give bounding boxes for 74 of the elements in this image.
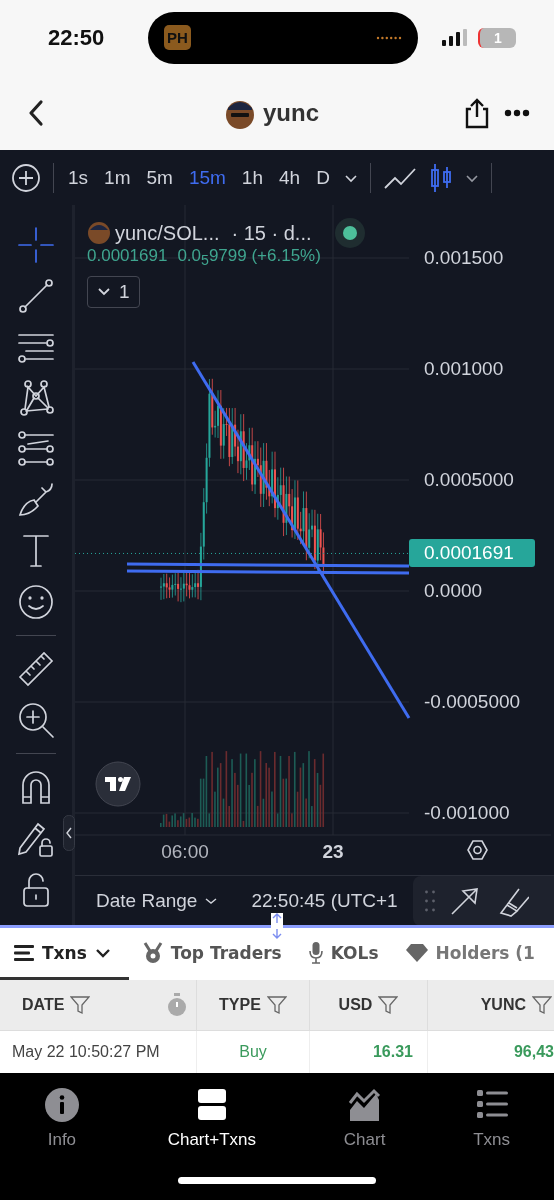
logo-icon <box>95 761 141 807</box>
symbol-label: yunc/SOL... <box>115 221 220 245</box>
medal-icon <box>142 941 163 964</box>
emoji-tool-icon[interactable] <box>16 582 56 622</box>
filter-icon <box>378 995 399 1015</box>
settings-icon[interactable] <box>467 840 488 860</box>
crosshair-tool-icon[interactable] <box>16 225 56 265</box>
interval-tab[interactable]: 1h <box>239 166 265 189</box>
signal-icon <box>442 28 468 47</box>
caret-icon[interactable] <box>343 172 358 183</box>
price-axis-label: -0.001000 <box>424 802 510 823</box>
filter-icon <box>70 995 91 1015</box>
nav-tab[interactable]: Info <box>37 1087 86 1151</box>
legend-price: 0.0001691 <box>87 246 168 267</box>
date-range-button[interactable]: Date Range <box>96 889 218 912</box>
status-time: 22:50 <box>48 24 106 51</box>
activity-dots-icon <box>376 35 402 40</box>
add-icon[interactable] <box>11 162 41 193</box>
price-axis-label: 0.001500 <box>424 247 504 268</box>
table-cell-text: 96,43 <box>512 1042 554 1062</box>
clock-label: 22:50:45 (UTC+1 <box>251 889 398 912</box>
interval-tab[interactable]: 1m <box>102 166 133 189</box>
price-axis-label: 0.001000 <box>424 358 504 379</box>
top-traders-tab[interactable]: Top Traders <box>128 928 295 980</box>
time-axis-label: 23 <box>322 841 344 862</box>
token-title: yunc <box>263 98 319 127</box>
nav-tab[interactable]: Txns <box>467 1087 517 1151</box>
menu-icon <box>14 944 34 961</box>
gem-icon <box>405 943 428 962</box>
resize-icon[interactable] <box>271 913 283 939</box>
trend-line-tool-icon[interactable] <box>16 276 56 316</box>
caret-icon <box>205 896 218 905</box>
ruler-tool-icon[interactable] <box>16 649 56 689</box>
share-icon[interactable] <box>464 96 490 129</box>
battery-level: 1 <box>478 27 516 48</box>
drag-handle-icon[interactable] <box>425 889 435 913</box>
kols-tab[interactable]: KOLs <box>294 928 392 980</box>
interval-tab[interactable]: 15m <box>186 166 228 189</box>
chevron-icon <box>97 287 111 298</box>
filter-icon <box>532 995 552 1015</box>
fib-tool-icon[interactable] <box>16 429 56 469</box>
price-axis-label: -0.0005000 <box>424 691 521 712</box>
interval-tab[interactable]: D <box>314 166 332 189</box>
interval-tab[interactable]: 1s <box>66 166 91 189</box>
last-price-badge: 0.0001691 <box>409 539 535 568</box>
zoom-tool-icon[interactable] <box>16 700 56 740</box>
time-axis-label: 06:00 <box>161 841 209 862</box>
token-avatar-icon <box>87 221 111 245</box>
microphone-icon <box>308 941 323 964</box>
price-axis-label: 0.0000 <box>424 580 483 601</box>
chevron-icon <box>94 947 111 958</box>
nav-tab[interactable]: Chart <box>337 1087 392 1151</box>
interval-label: · 15 · d... <box>231 221 312 245</box>
info-icon <box>43 1088 80 1122</box>
app-badge: PH <box>164 25 191 50</box>
column-header[interactable]: TYPE <box>197 980 310 1031</box>
nav-tab[interactable]: Chart+Txns <box>161 1087 263 1151</box>
stopwatch-icon <box>166 993 188 1017</box>
column-header[interactable]: USD <box>310 980 428 1031</box>
interval-tab[interactable]: 5m <box>144 166 175 189</box>
interval-tab[interactable]: 4h <box>277 166 303 189</box>
price-axis-label: 0.0005000 <box>424 469 514 490</box>
caret-icon[interactable] <box>464 172 479 183</box>
filter-icon <box>266 995 287 1015</box>
studies-toggle[interactable]: 1 <box>87 276 140 309</box>
collapse-handle-icon[interactable] <box>63 815 75 851</box>
holders-tab[interactable]: Holders (1 <box>391 928 548 980</box>
column-header[interactable]: DATE <box>0 980 197 1031</box>
arrow-tool-icon[interactable] <box>449 885 481 917</box>
chart-icon <box>346 1088 383 1122</box>
legend-change: 0.0$_{5}$9799 (+6.15%) <box>177 246 321 269</box>
more-icon[interactable] <box>504 108 530 117</box>
column-header[interactable]: YUNC <box>428 980 554 1031</box>
candles-icon[interactable] <box>428 162 453 193</box>
